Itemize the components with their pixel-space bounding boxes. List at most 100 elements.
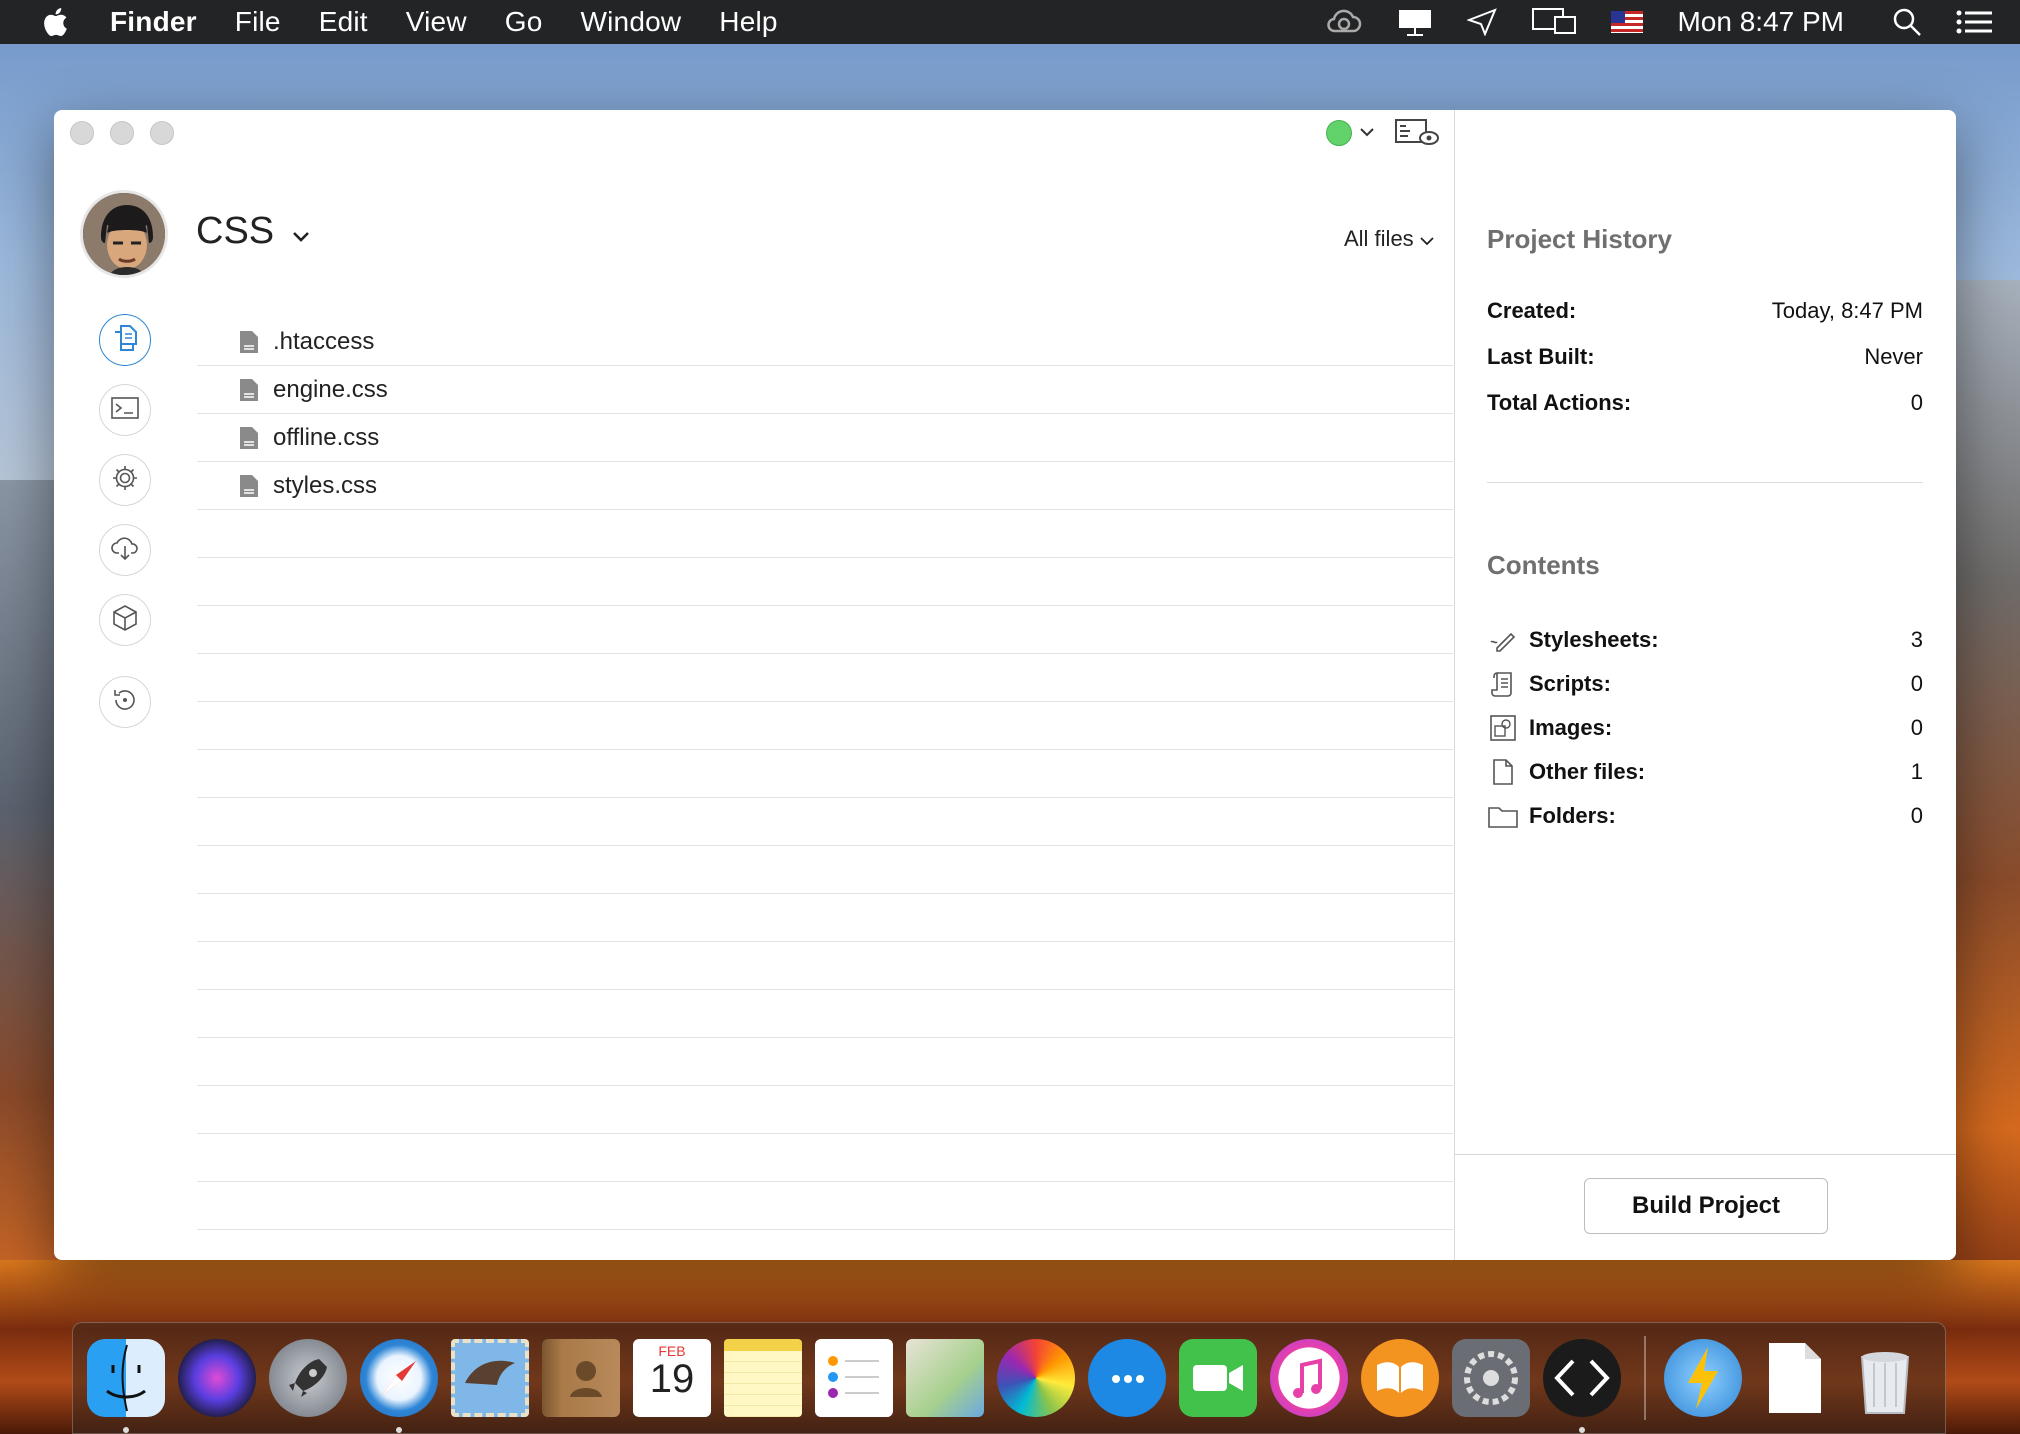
contents-heading: Contents [1487,550,1600,580]
nav-settings-button[interactable] [99,454,151,506]
dock-launchpad-icon[interactable] [269,1339,347,1417]
contents-value: 0 [1910,715,1923,740]
project-window: CSS All files .htaccess engine.css offli… [54,110,1956,1260]
preview-eye-icon [1394,119,1440,152]
dock-coda-icon[interactable] [1543,1339,1621,1433]
empty-row [197,558,1453,606]
desktop-wallpaper-left [0,480,60,1300]
menu-help[interactable]: Help [719,6,777,38]
history-label: Total Actions: [1487,390,1632,415]
menu-app-name[interactable]: Finder [110,6,197,38]
dock-downloads-icon[interactable] [1664,1339,1742,1417]
dock-photos-icon[interactable] [997,1339,1075,1417]
menu-bar: Finder File Edit View Go Window Help Mon… [0,0,2020,44]
chevron-down-icon [1420,226,1434,252]
server-status-menu[interactable] [1326,120,1374,146]
menu-view[interactable]: View [406,6,467,38]
dock-maps-icon[interactable] [906,1339,984,1417]
project-selector[interactable]: CSS [196,210,310,253]
nav-terminal-button[interactable] [99,384,151,436]
dock-contacts-icon[interactable] [542,1339,620,1417]
file-filter-dropdown[interactable]: All files [1344,226,1434,252]
chevron-down-icon [1360,124,1374,142]
divider [1455,1154,1956,1155]
desktop-wallpaper-right [1950,280,2020,1280]
dock-system-preferences-icon[interactable] [1452,1339,1530,1417]
project-history-heading: Project History [1487,224,1672,254]
dock-document-icon[interactable] [1755,1339,1833,1417]
chevron-down-icon [292,210,310,253]
dock-safari-icon[interactable] [360,1339,438,1433]
minimize-window-button[interactable] [110,121,134,145]
contents-folders: Folders: 0 [1487,803,1923,829]
dock-itunes-icon[interactable] [1270,1339,1348,1417]
airplay-display-icon[interactable] [1531,7,1577,37]
stylesheet-icon [1487,628,1519,652]
contents-stylesheets: Stylesheets: 3 [1487,627,1923,653]
contents-label: Folders: [1529,803,1616,828]
contents-label: Images: [1529,715,1613,740]
creative-cloud-icon[interactable] [1325,9,1363,35]
contents-value: 1 [1910,759,1923,784]
file-row[interactable]: styles.css [197,462,1453,510]
contents-label: Other files: [1529,759,1646,784]
dock-messages-icon[interactable] [1088,1339,1166,1417]
terminal-icon [111,396,139,424]
empty-row [197,1086,1453,1134]
user-avatar[interactable] [80,190,168,278]
file-row[interactable]: offline.css [197,414,1453,462]
history-value: Today, 8:47 PM [1771,298,1923,323]
file-row[interactable]: engine.css [197,366,1453,414]
dock-trash-icon[interactable] [1846,1339,1924,1417]
empty-row [197,510,1453,558]
nav-files-button[interactable] [99,314,151,366]
dock-facetime-icon[interactable] [1179,1339,1257,1417]
nav-cloud-download-button[interactable] [99,524,151,576]
calendar-day: 19 [649,1357,695,1401]
dock-ibooks-icon[interactable] [1361,1339,1439,1417]
script-icon [1487,671,1519,697]
history-created: Created: Today, 8:47 PM [1487,298,1923,324]
file-icon [1487,759,1519,785]
preview-button[interactable] [1394,118,1440,153]
file-row[interactable]: .htaccess [197,318,1453,366]
empty-row [197,654,1453,702]
dock-reminders-icon[interactable] [815,1339,893,1417]
menu-window[interactable]: Window [581,6,682,38]
contents-scripts: Scripts: 0 [1487,671,1923,697]
send-icon[interactable] [1467,8,1498,36]
dock-calendar-icon[interactable]: FEB 19 [633,1339,711,1417]
zoom-window-button[interactable] [150,121,174,145]
file-filter-label: All files [1344,226,1414,251]
spotlight-search-icon[interactable] [1892,7,1922,37]
settings-icon [111,464,139,497]
nav-history-button[interactable] [99,676,151,728]
project-info-sidebar: Project History Created: Today, 8:47 PM … [1454,110,1956,1260]
apple-menu-icon[interactable] [0,7,110,37]
history-total-actions: Total Actions: 0 [1487,390,1923,416]
dock-finder-icon[interactable] [87,1339,165,1433]
close-window-button[interactable] [70,121,94,145]
display-presenter-icon[interactable] [1397,8,1433,36]
history-label: Last Built: [1487,344,1595,369]
nav-package-button[interactable] [99,594,151,646]
document-icon [239,378,259,402]
folder-icon [1487,804,1519,828]
menubar-clock[interactable]: Mon 8:47 PM [1677,6,1844,38]
image-icon [1487,715,1519,741]
empty-row [197,1038,1453,1086]
empty-row [197,1134,1453,1182]
dock-mail-icon[interactable] [451,1339,529,1417]
menu-file[interactable]: File [235,6,281,38]
menu-go[interactable]: Go [505,6,543,38]
dock-notes-icon[interactable] [724,1339,802,1417]
notification-center-icon[interactable] [1956,9,1992,35]
us-flag-icon[interactable] [1611,11,1644,33]
build-project-button[interactable]: Build Project [1584,1178,1828,1234]
dock-siri-icon[interactable] [178,1339,256,1417]
empty-row [197,1230,1453,1260]
empty-row [197,798,1453,846]
empty-row [197,750,1453,798]
window-controls [70,121,174,145]
menu-edit[interactable]: Edit [319,6,368,38]
